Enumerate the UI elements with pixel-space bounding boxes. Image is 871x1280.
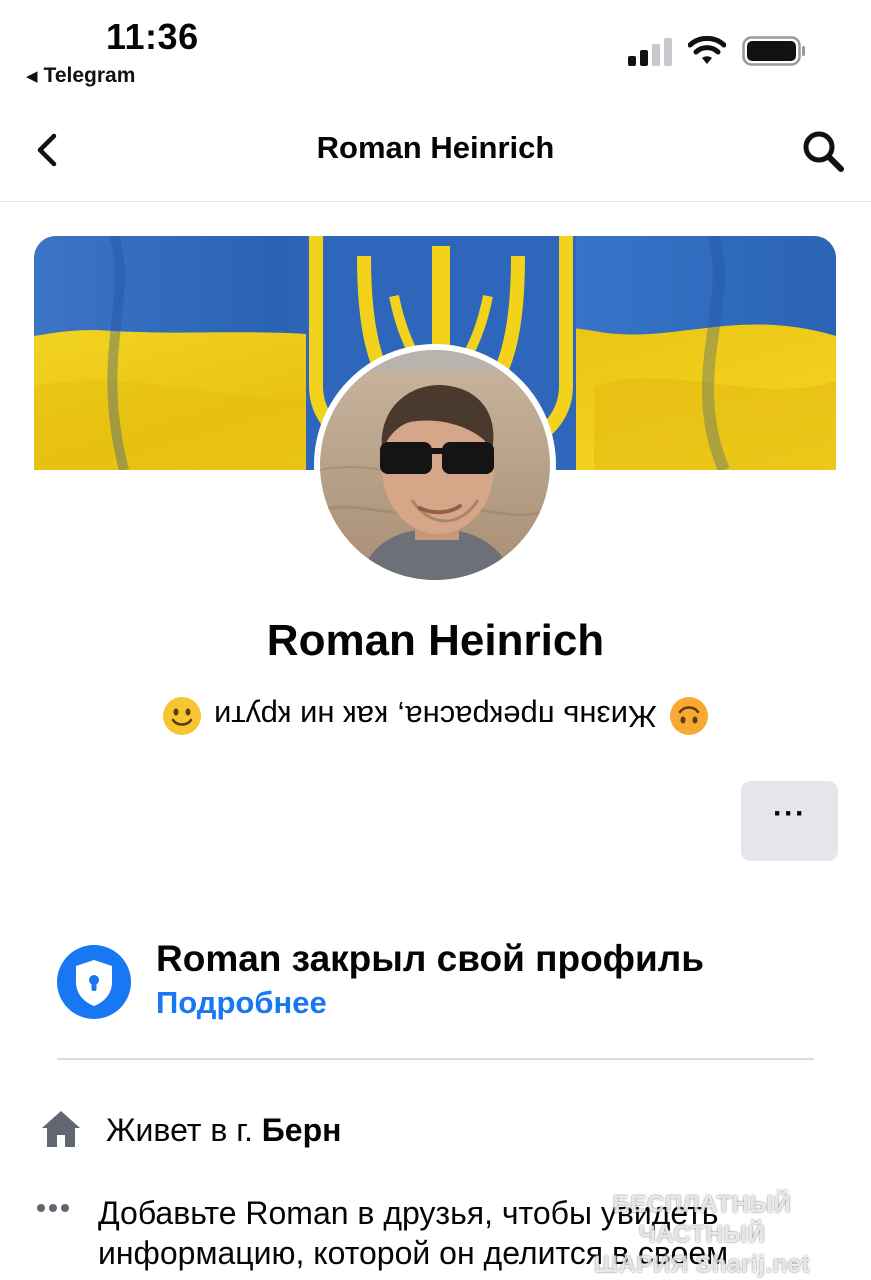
watermark-site: Sharij.net [695, 1251, 810, 1278]
nav-title: Roman Heinrich [316, 130, 555, 165]
back-to-telegram-link[interactable]: ◀ Telegram [26, 64, 135, 88]
profile-name: Roman Heinrich [266, 616, 605, 665]
status-time: 11:36 [106, 16, 199, 57]
wifi-icon [688, 36, 726, 64]
shield-lock-icon [57, 945, 131, 1019]
learn-more-link[interactable]: Подробнее [156, 985, 327, 1021]
cellular-signal-icon [628, 38, 672, 66]
divider [57, 1058, 814, 1060]
locked-profile-title: Roman закрыл свой профиль [156, 938, 705, 979]
watermark-line-1: БЕСПЛАТНЫЙ ЧАСТНЫЙ [612, 1191, 792, 1248]
lives-in-city[interactable]: Берн [262, 1112, 342, 1148]
back-app-label: Telegram [43, 64, 136, 87]
back-triangle-icon: ◀ [26, 68, 38, 85]
lives-in-info: Живет в г. Берн [106, 1112, 341, 1149]
battery-icon [742, 36, 805, 66]
profile-avatar[interactable] [314, 344, 556, 586]
upside-down-face-emoji-icon [669, 697, 708, 735]
more-options-button[interactable]: ··· [741, 781, 838, 861]
bio-text: Жизнь прекрасна, как ни крути [214, 699, 657, 734]
profile-bio: Жизнь прекрасна, как ни крути [0, 694, 871, 738]
smiling-face-emoji-icon [163, 697, 202, 735]
watermark-sharia: ШАРИЯ [594, 1251, 689, 1278]
profile-photo [320, 350, 550, 580]
navigation-bar: Roman Heinrich [0, 100, 871, 202]
lives-in-prefix: Живет в г. [106, 1112, 253, 1148]
more-options-label: ··· [773, 797, 806, 830]
home-icon [42, 1111, 80, 1147]
search-icon[interactable] [800, 128, 846, 174]
watermark: БЕСПЛАТНЫЙ ЧАСТНЫЙ ШАРИЯ Sharij.net [552, 1190, 852, 1280]
watermark-line-2: ШАРИЯ Sharij.net [552, 1250, 852, 1280]
more-dots-icon [37, 1204, 69, 1212]
status-bar: 11:36 ◀ Telegram [0, 0, 871, 100]
